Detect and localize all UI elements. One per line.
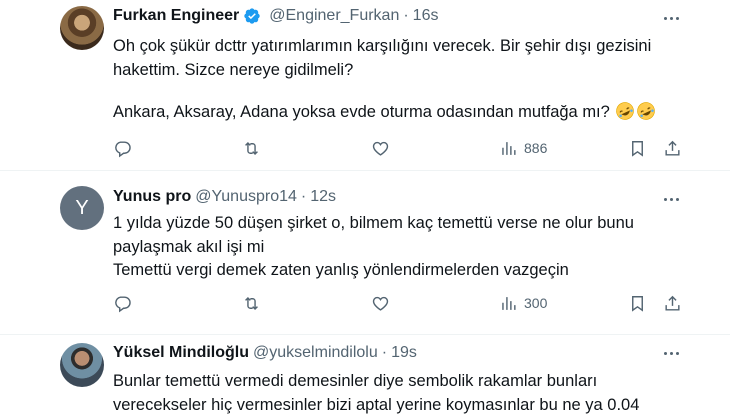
tweet-text-line: 1 yılda yüzde 50 düşen şirket o, bilmem … bbox=[113, 214, 634, 232]
tweet-text-segment: Ankara, Aksaray, Adana yoksa evde oturma… bbox=[113, 103, 610, 121]
reply-button[interactable] bbox=[113, 137, 132, 159]
author-handle[interactable]: @Yunuspro14 bbox=[195, 188, 297, 206]
like-button[interactable] bbox=[371, 137, 390, 159]
tweet-header: Furkan Engineer @Enginer_Furkan · 16s bbox=[113, 7, 438, 25]
timestamp[interactable]: 19s bbox=[391, 344, 417, 362]
like-button[interactable] bbox=[371, 292, 390, 314]
tweet-header: Yunus pro @Yunuspro14 · 12s bbox=[113, 188, 336, 206]
timestamp[interactable]: 16s bbox=[413, 7, 439, 25]
views-chart-icon bbox=[502, 296, 516, 310]
bookmark-button[interactable] bbox=[628, 137, 647, 159]
more-options-icon[interactable] bbox=[658, 189, 684, 209]
avatar[interactable]: Y bbox=[60, 186, 104, 230]
more-options-icon[interactable] bbox=[658, 343, 684, 363]
tweet-text-line: Temettü vergi demek zaten yanlış yönlend… bbox=[113, 261, 569, 279]
author-handle[interactable]: @yukselmindilolu bbox=[253, 344, 378, 362]
tweet-text-line: paylaşmak akıl işi mi bbox=[113, 238, 265, 256]
bookmark-button[interactable] bbox=[628, 292, 647, 314]
reply-icon bbox=[115, 295, 131, 312]
tweet-text: hakettim. Sizce nereye gidilmeli? bbox=[113, 58, 693, 82]
author-name[interactable]: Yüksel Mindiloğlu bbox=[113, 344, 249, 362]
separator-dot: · bbox=[381, 344, 388, 361]
views-chart-icon bbox=[502, 141, 516, 155]
tweet-text: Oh çok şükür dcttr yatırımlarımın karşıl… bbox=[113, 34, 693, 58]
tweet-text: 1 yılda yüzde 50 düşen şirket o, bilmem … bbox=[113, 211, 693, 235]
separator-dot: · bbox=[300, 188, 307, 205]
timestamp[interactable]: 12s bbox=[310, 188, 336, 206]
avatar[interactable] bbox=[60, 343, 104, 387]
tweet-text: verecekseler hiç vermesinler bizi aptal … bbox=[113, 393, 693, 417]
rolling-on-floor-laughing-icon bbox=[637, 102, 656, 120]
reply-button[interactable] bbox=[113, 292, 132, 314]
tweet-text: paylaşmak akıl işi mi bbox=[113, 235, 693, 259]
author-handle[interactable]: @Enginer_Furkan bbox=[269, 7, 399, 25]
tweet-text-line: verecekseler hiç vermesinler bizi aptal … bbox=[113, 396, 640, 414]
views-button[interactable]: 300 bbox=[499, 292, 547, 314]
bookmark-icon bbox=[632, 295, 643, 312]
retweet-button[interactable] bbox=[242, 292, 261, 314]
retweet-icon bbox=[245, 296, 258, 310]
share-icon bbox=[665, 140, 680, 156]
heart-icon bbox=[372, 141, 389, 156]
views-button[interactable]: 886 bbox=[499, 137, 547, 159]
share-icon bbox=[665, 295, 680, 311]
tweet-actions: 300 bbox=[113, 292, 690, 314]
retweet-icon bbox=[245, 141, 258, 155]
tweet-text-line: Oh çok şükür dcttr yatırımlarımın karşıl… bbox=[113, 37, 652, 55]
tweet-text: Temettü vergi demek zaten yanlış yönlend… bbox=[113, 258, 693, 282]
verified-badge-icon bbox=[244, 8, 260, 24]
tweet-text-line: Ankara, Aksaray, Adana yoksa evde oturma… bbox=[113, 100, 693, 124]
tweet-text: Ankara, Aksaray, Adana yoksa evde oturma… bbox=[113, 100, 693, 124]
tweet-header: Yüksel Mindiloğlu @yukselmindilolu · 19s bbox=[113, 344, 417, 362]
tweet-text-line: Bunlar temettü vermedi demesinler diye s… bbox=[113, 372, 598, 390]
tweet-text: Bunlar temettü vermedi demesinler diye s… bbox=[113, 369, 693, 393]
author-name[interactable]: Yunus pro bbox=[113, 188, 191, 206]
tweet-text-line: hakettim. Sizce nereye gidilmeli? bbox=[113, 61, 354, 79]
rolling-on-floor-laughing-icon bbox=[616, 102, 635, 120]
avatar[interactable] bbox=[60, 6, 104, 50]
tweet-actions: 886 bbox=[113, 137, 690, 159]
bookmark-icon bbox=[632, 140, 643, 157]
avatar-letter: Y bbox=[75, 196, 89, 219]
heart-icon bbox=[372, 296, 389, 311]
more-options-icon[interactable] bbox=[658, 8, 684, 28]
views-count: 300 bbox=[524, 295, 548, 311]
share-button[interactable] bbox=[663, 292, 682, 314]
author-name[interactable]: Furkan Engineer bbox=[113, 7, 239, 25]
share-button[interactable] bbox=[663, 137, 682, 159]
reply-icon bbox=[115, 140, 131, 157]
separator-dot: · bbox=[403, 7, 409, 24]
views-count: 886 bbox=[524, 140, 548, 156]
retweet-button[interactable] bbox=[242, 137, 261, 159]
